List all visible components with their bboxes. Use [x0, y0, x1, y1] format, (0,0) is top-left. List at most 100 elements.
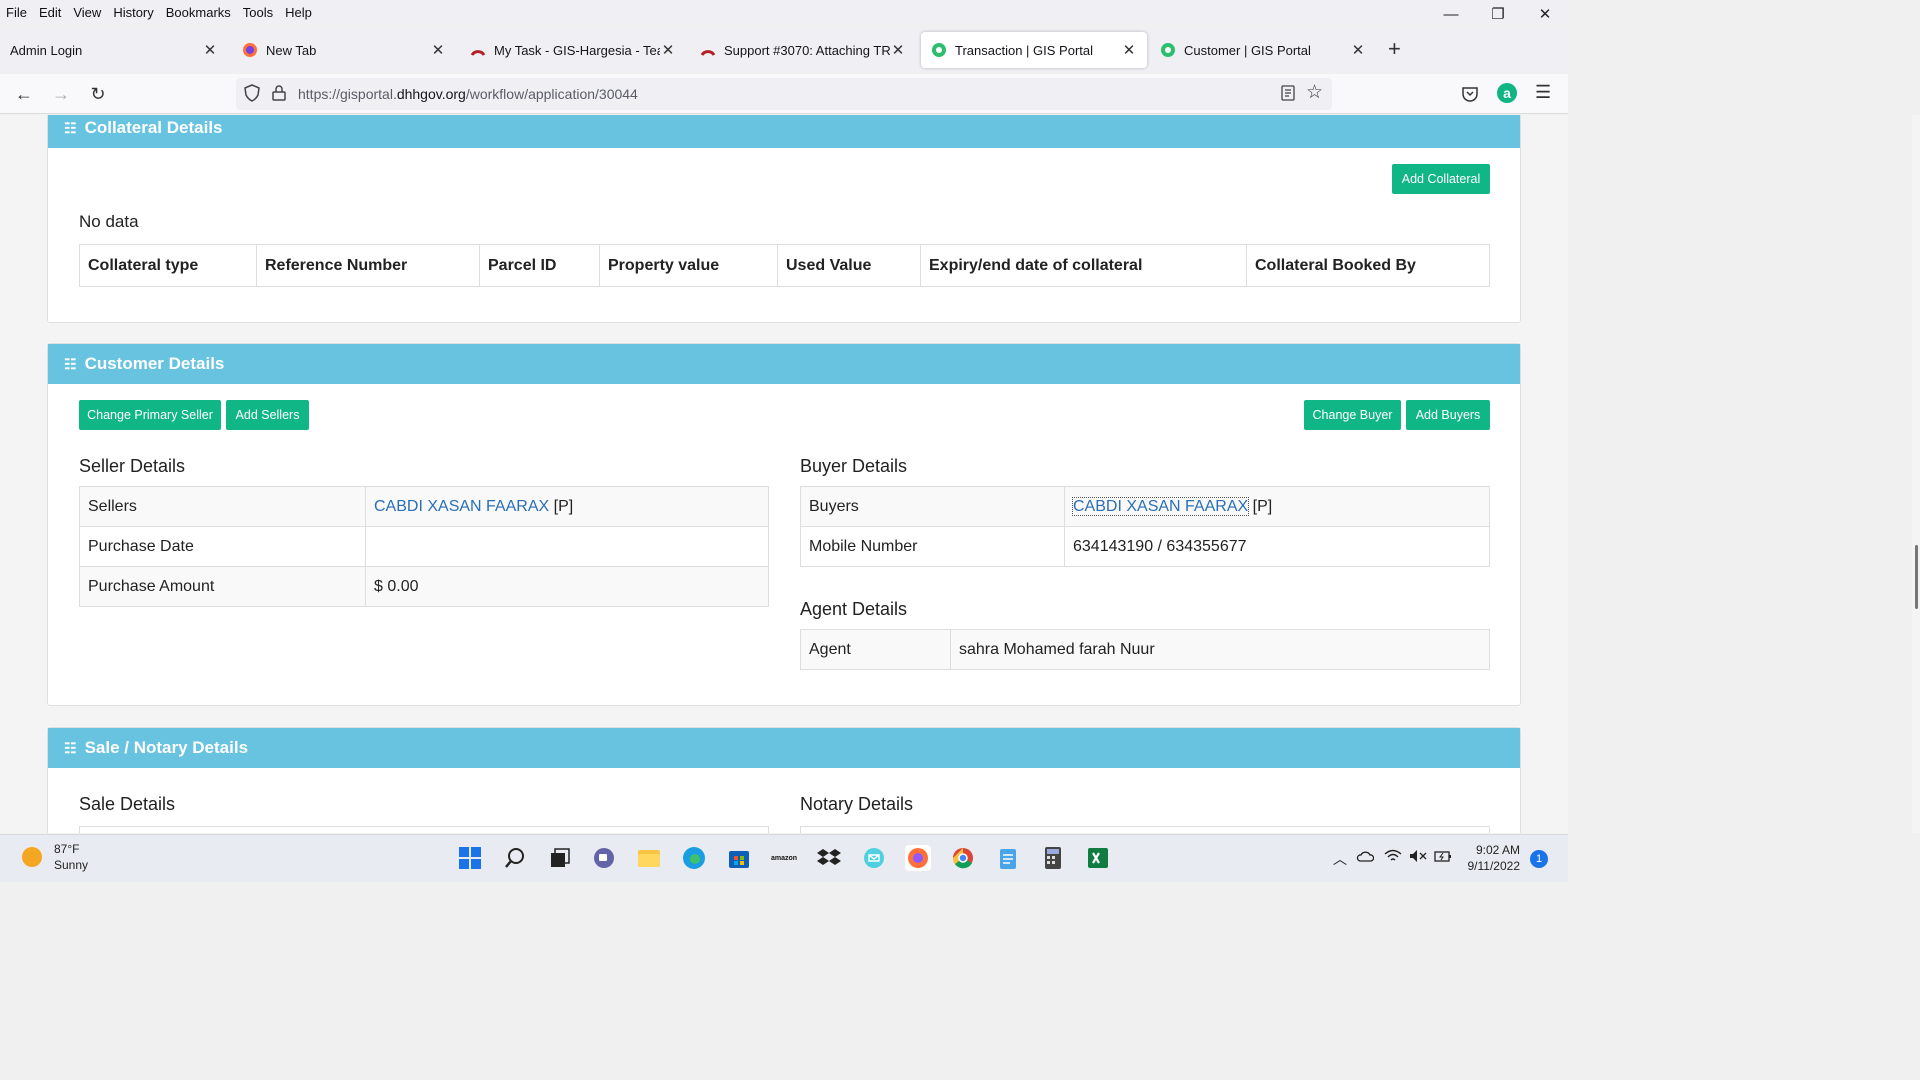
reader-view-icon[interactable]: [1280, 85, 1296, 104]
menu-view[interactable]: View: [67, 5, 107, 20]
app-menu-icon[interactable]: ☰: [1535, 82, 1551, 103]
row-value: CABDI XASAN FAARAX [P]: [365, 486, 769, 527]
file-explorer-icon[interactable]: [636, 845, 662, 871]
primary-marker: [P]: [553, 497, 574, 515]
column-header: Collateral Booked By: [1246, 244, 1490, 287]
chrome-icon[interactable]: [950, 845, 976, 871]
clock-date: 9/11/2022: [1467, 859, 1521, 873]
pocket-icon[interactable]: [1461, 85, 1479, 106]
amazon-icon[interactable]: amazon: [771, 845, 797, 871]
buyer-link[interactable]: CABDI XASAN FAARAX: [1071, 496, 1250, 516]
close-tab-icon[interactable]: ✕: [1121, 41, 1137, 59]
change-buyer-button[interactable]: Change Buyer: [1304, 400, 1401, 430]
bookmark-star-icon[interactable]: ☆: [1306, 81, 1323, 104]
account-icon[interactable]: a: [1497, 83, 1517, 103]
menu-help[interactable]: Help: [279, 5, 318, 20]
dropbox-icon[interactable]: [816, 845, 842, 871]
menu-bookmarks[interactable]: Bookmarks: [160, 5, 237, 20]
tab-title: Customer | GIS Portal: [1184, 42, 1311, 58]
url-bar[interactable]: https://gisportal.dhhgov.org/workflow/ap…: [236, 78, 1332, 110]
menu-edit[interactable]: Edit: [33, 5, 67, 20]
row-value: [365, 526, 769, 567]
tab-new-tab[interactable]: New Tab ✕: [232, 32, 456, 68]
tab-admin-login[interactable]: Admin Login ✕: [0, 32, 228, 68]
change-primary-seller-button[interactable]: Change Primary Seller: [79, 400, 221, 430]
add-collateral-button[interactable]: Add Collateral: [1392, 164, 1490, 194]
tab-title: Support #3070: Attaching TR-30: [724, 42, 890, 58]
menu-tools[interactable]: Tools: [237, 5, 279, 20]
forward-icon[interactable]: →: [49, 82, 73, 106]
tab-my-task[interactable]: My Task - GIS-Hargesia - Teams ✕: [460, 32, 686, 68]
notepad-icon[interactable]: [995, 845, 1021, 871]
wifi-icon[interactable]: [1384, 849, 1402, 866]
add-buyers-button[interactable]: Add Buyers: [1406, 400, 1490, 430]
menu-history[interactable]: History: [107, 5, 159, 20]
back-icon[interactable]: ←: [12, 82, 36, 106]
close-window-button[interactable]: ✕: [1522, 0, 1568, 28]
column-header: Collateral type: [79, 244, 257, 287]
close-tab-icon[interactable]: ✕: [430, 41, 446, 59]
chevron-up-icon[interactable]: ︿: [1333, 849, 1347, 869]
reload-icon[interactable]: ↻: [86, 82, 110, 106]
list-icon: ☷: [64, 119, 77, 136]
notification-badge[interactable]: 1: [1530, 850, 1548, 868]
menu-file[interactable]: File: [0, 5, 33, 20]
notary-details-heading: Notary Details: [800, 794, 914, 814]
collateral-header: ☷ Collateral Details: [48, 115, 1520, 148]
weather-widget[interactable]: 87°F Sunny: [22, 841, 88, 873]
sun-icon: [22, 847, 42, 867]
redmine-icon: [470, 42, 486, 58]
shield-icon[interactable]: [244, 84, 260, 105]
column-header: Property value: [599, 244, 778, 287]
firefox-taskbar-icon[interactable]: [905, 845, 931, 871]
scrollbar-thumb[interactable]: [1915, 545, 1918, 609]
agent-details-heading: Agent Details: [800, 599, 908, 619]
minimize-button[interactable]: —: [1428, 0, 1474, 28]
system-clock[interactable]: 9:02 AM 9/11/2022: [1460, 842, 1521, 874]
chat-icon[interactable]: [591, 845, 617, 871]
tab-title: Admin Login: [10, 42, 83, 58]
seller-details-heading: Seller Details: [79, 456, 186, 476]
restore-button[interactable]: ❐: [1475, 0, 1521, 28]
tab-transaction[interactable]: Transaction | GIS Portal ✕: [921, 32, 1147, 68]
edge-icon[interactable]: [681, 845, 707, 871]
start-icon[interactable]: [457, 845, 483, 871]
customer-panel: ☷ Customer Details Change Primary Seller…: [47, 343, 1521, 706]
sale-notary-title: Sale / Notary Details: [84, 738, 249, 757]
collateral-title: Collateral Details: [84, 118, 223, 137]
new-tab-icon[interactable]: +: [1388, 36, 1401, 62]
onedrive-icon[interactable]: [1356, 849, 1375, 866]
speaker-muted-icon[interactable]: [1409, 849, 1427, 866]
seller-link[interactable]: CABDI XASAN FAARAX: [374, 498, 549, 515]
row-value: sahra Mohamed farah Nuur: [950, 629, 1490, 670]
search-icon[interactable]: [502, 845, 528, 871]
close-tab-icon[interactable]: ✕: [890, 41, 906, 59]
firefox-icon: [242, 42, 258, 58]
page-scrollbar[interactable]: [1912, 115, 1920, 833]
table-row: Sellers CABDI XASAN FAARAX [P]: [79, 486, 769, 527]
row-label: Sellers: [79, 486, 366, 527]
close-tab-icon[interactable]: ✕: [660, 41, 676, 59]
task-view-icon[interactable]: [547, 845, 573, 871]
url-text: https://gisportal.dhhgov.org/workflow/ap…: [298, 86, 638, 102]
store-icon[interactable]: [726, 845, 752, 871]
table-header-row: Collateral type Reference Number Parcel …: [79, 244, 1490, 287]
add-sellers-button[interactable]: Add Sellers: [226, 400, 309, 430]
close-tab-icon[interactable]: ✕: [202, 41, 218, 59]
tab-support[interactable]: Support #3070: Attaching TR-30 ✕: [690, 32, 916, 68]
table-row: Mobile Number 634143190 / 634355677: [800, 526, 1490, 567]
mail-icon[interactable]: [861, 845, 887, 871]
lock-icon[interactable]: [272, 85, 286, 104]
battery-icon[interactable]: [1434, 849, 1452, 866]
table-row: Purchase Date: [79, 526, 769, 567]
sale-notary-panel: ☷ Sale / Notary Details Sale Details Not…: [47, 727, 1521, 833]
redmine-icon: [700, 42, 716, 58]
calculator-icon[interactable]: [1040, 845, 1066, 871]
sale-details-heading: Sale Details: [79, 794, 176, 814]
tab-customer[interactable]: Customer | GIS Portal ✕: [1150, 32, 1376, 68]
close-tab-icon[interactable]: ✕: [1350, 41, 1366, 59]
excel-icon[interactable]: [1085, 845, 1111, 871]
primary-marker: [P]: [1252, 497, 1273, 515]
row-label: Purchase Amount: [79, 566, 366, 607]
column-header: Expiry/end date of collateral: [920, 244, 1247, 287]
